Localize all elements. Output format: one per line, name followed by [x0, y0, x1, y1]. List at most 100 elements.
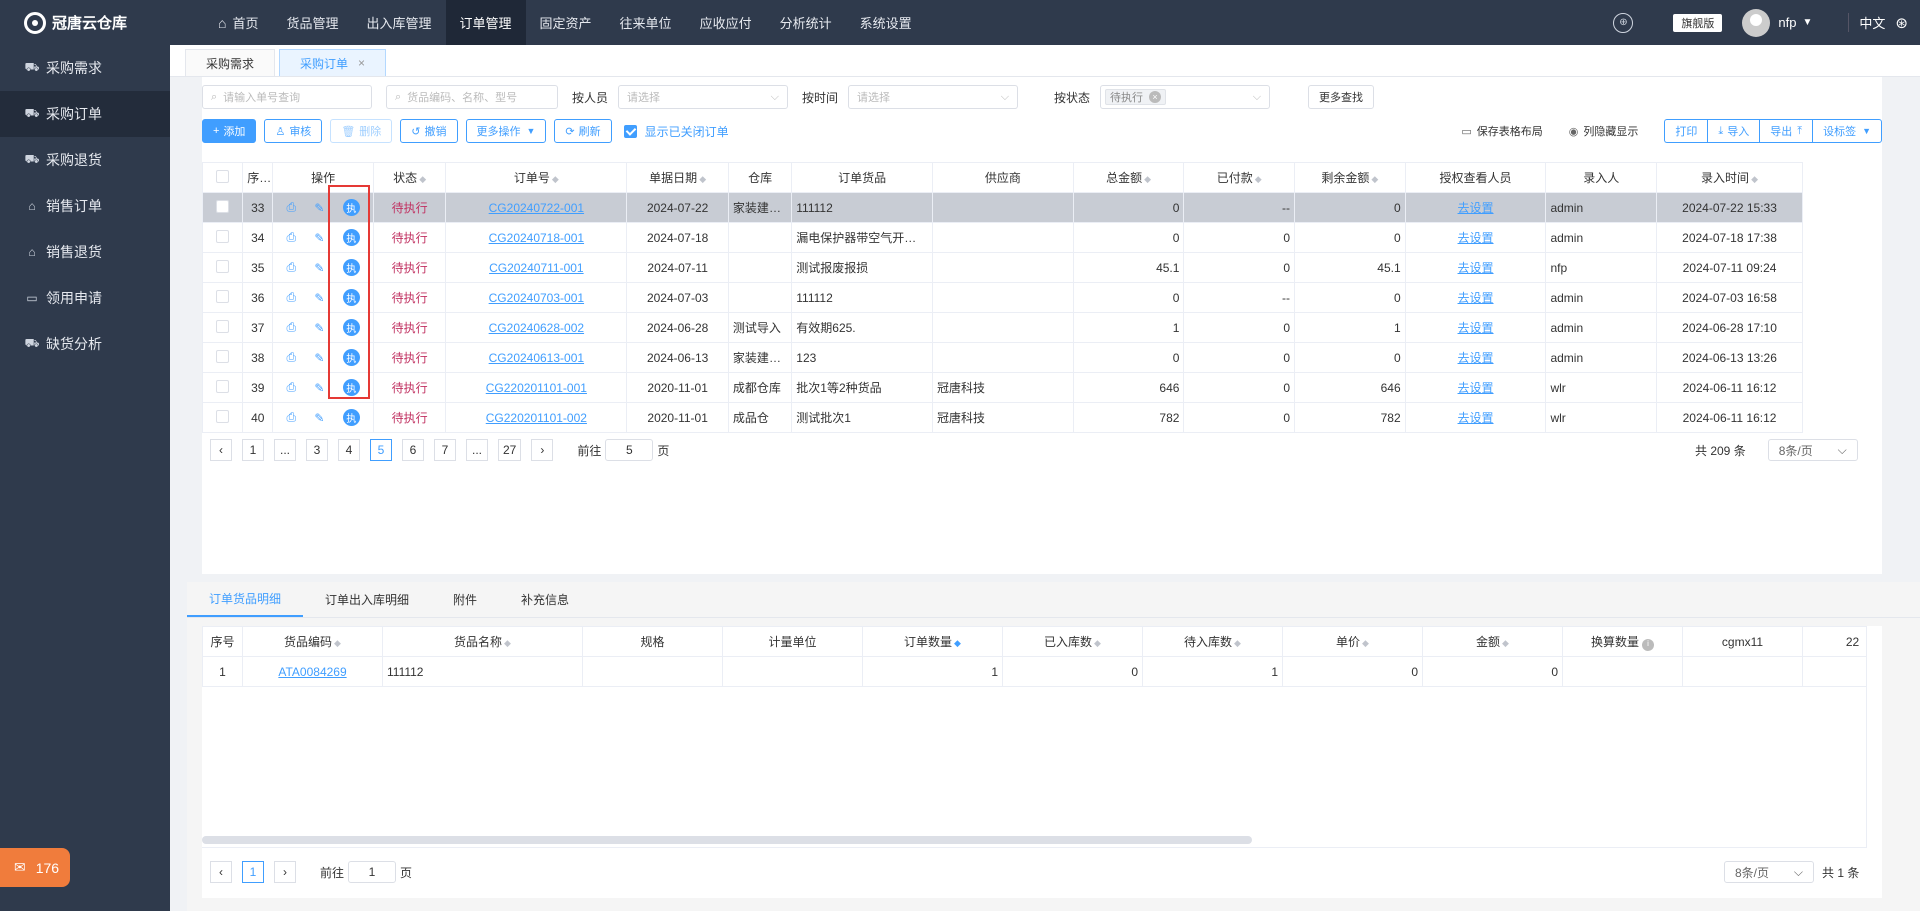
order-no-link[interactable]: CG20240722-001 [489, 201, 584, 215]
set-auth-link[interactable]: 去设置 [1458, 231, 1494, 245]
print-icon[interactable]: ⎙ [287, 290, 297, 305]
order-no-link[interactable]: CG20240613-001 [489, 351, 584, 365]
refresh-button[interactable]: ⟳ 刷新 [554, 119, 612, 143]
prev-page-button[interactable]: ‹ [210, 439, 232, 461]
execute-icon[interactable]: 执 [342, 409, 360, 426]
app-logo[interactable]: 冠唐云仓库 [0, 0, 170, 45]
sort-icon[interactable]: ◆ [1255, 174, 1262, 184]
order-no-link[interactable]: CG20240718-001 [489, 231, 584, 245]
print-icon[interactable]: ⎙ [287, 380, 297, 395]
table-row[interactable]: 1 ATA0084269 111112 1 0 1 0 0 [202, 656, 1866, 687]
sidebar-item-sales-return[interactable]: ⌂ 销售退货 [0, 229, 170, 275]
order-no-link[interactable]: CG220201101-001 [486, 381, 587, 395]
close-icon[interactable]: × [1149, 91, 1162, 103]
nav-assets[interactable]: 固定资产 [526, 0, 606, 45]
nav-home[interactable]: ⌂ 首页 [170, 0, 272, 45]
sort-icon[interactable]: ◆ [334, 638, 341, 648]
prev-page-button[interactable]: ‹ [210, 861, 232, 883]
print-icon[interactable]: ⎙ [287, 200, 297, 215]
goto-page-input[interactable]: 1 [348, 861, 397, 883]
goods-search-input[interactable]: ⌕ 货品编码、名称、型号 [386, 85, 558, 109]
order-no-link[interactable]: CG220201101-002 [486, 411, 587, 425]
print-icon[interactable]: ⎙ [287, 260, 297, 275]
more-operations-button[interactable]: 更多操作 ▼ [465, 119, 547, 143]
status-select[interactable]: 待执行 × ⌵ [1100, 85, 1271, 109]
edit-icon[interactable]: ✎ [314, 261, 324, 275]
language-switch[interactable]: 中文 [1848, 13, 1885, 32]
table-row[interactable]: 35 ⎙ ✎ 执待执行 CG20240711-001 2024-07-11 测试报废报损 45… [201, 252, 1803, 283]
col-header[interactable]: 订单数量 ◆ [862, 626, 1003, 657]
print-icon[interactable]: ⎙ [287, 320, 297, 335]
column-visibility-link[interactable]: ◉ 列隐藏显示 [1569, 123, 1639, 139]
globe-icon[interactable]: ⊛ [1895, 14, 1908, 32]
row-checkbox[interactable] [216, 349, 230, 363]
next-page-button[interactable]: › [531, 439, 554, 461]
audit-button[interactable]: ♙ 审核 [264, 119, 323, 143]
col-header[interactable]: 货品名称 ◆ [382, 626, 583, 657]
col-header[interactable]: 单据日期 ◆ [626, 162, 729, 193]
table-row[interactable]: 36 ⎙ ✎ 执待执行 CG20240703-001 2024-07-03 111112 0-… [201, 282, 1803, 313]
sort-asc-icon[interactable]: ◆ [954, 638, 961, 648]
sort-icon[interactable]: ◆ [1362, 638, 1369, 648]
next-page-button[interactable]: › [274, 861, 296, 883]
sort-icon[interactable]: ◆ [1751, 174, 1758, 184]
set-auth-link[interactable]: 去设置 [1458, 201, 1494, 215]
page-button[interactable]: 1 [242, 861, 264, 883]
col-header[interactable]: 总金额 ◆ [1072, 162, 1185, 193]
order-no-link[interactable]: CG20240711-001 [489, 261, 584, 275]
sidebar-item-purchase-return[interactable]: ⛟ 采购退货 [0, 137, 170, 183]
sidebar-item-purchase-order[interactable]: ⛟ 采购订单 [0, 91, 170, 137]
close-icon[interactable]: × [358, 56, 365, 70]
edit-icon[interactable]: ✎ [314, 381, 324, 395]
col-header[interactable]: 货品编码 ◆ [242, 626, 383, 657]
tab-order-goods[interactable]: 订单货品明细 [187, 581, 304, 617]
col-header[interactable]: 状态 ◆ [372, 162, 447, 193]
sort-icon[interactable]: ◆ [1502, 638, 1509, 648]
col-header[interactable]: 已付款 ◆ [1183, 162, 1296, 193]
select-all-checkbox[interactable] [216, 169, 230, 183]
nav-analytics[interactable]: 分析统计 [766, 0, 846, 45]
import-button[interactable]: ⤓ 导入 [1707, 119, 1760, 143]
page-size-select[interactable]: 8条/页 ⌵ [1724, 861, 1814, 883]
delete-button[interactable]: 🗑 删除 [330, 119, 393, 143]
person-select[interactable]: 请选择 ⌵ [618, 85, 789, 109]
set-auth-link[interactable]: 去设置 [1458, 291, 1494, 305]
export-button[interactable]: 导出 ⤒ [1759, 119, 1813, 143]
edit-icon[interactable]: ✎ [314, 231, 324, 245]
col-header[interactable]: 待入库数 ◆ [1142, 626, 1283, 657]
edit-icon[interactable]: ✎ [314, 291, 324, 305]
col-header[interactable]: 订单号 ◆ [445, 162, 628, 193]
save-layout-link[interactable]: ▭ 保存表格布局 [1461, 123, 1542, 139]
user-name[interactable]: nfp [1778, 15, 1796, 30]
set-auth-link[interactable]: 去设置 [1458, 411, 1494, 425]
page-button[interactable]: 3 [306, 439, 328, 461]
notification-badge[interactable]: ✉ 176 [0, 848, 70, 887]
sort-icon[interactable]: ◆ [1371, 174, 1378, 184]
nav-goods[interactable]: 货品管理 [272, 0, 352, 45]
edit-icon[interactable]: ✎ [314, 201, 324, 215]
row-checkbox[interactable] [216, 379, 230, 393]
more-search-button[interactable]: 更多查找 [1308, 85, 1375, 109]
print-button[interactable]: 打印 [1664, 119, 1708, 143]
page-button[interactable]: ... [466, 439, 488, 461]
table-row[interactable]: 34 ⎙ ✎ 执待执行 CG20240718-001 2024-07-18 漏电保护器带空气… [201, 222, 1803, 253]
sort-icon[interactable]: ◆ [1094, 638, 1101, 648]
sort-icon[interactable]: ◆ [1234, 638, 1241, 648]
page-button[interactable]: 1 [242, 439, 264, 461]
page-button[interactable]: ... [274, 439, 296, 461]
print-icon[interactable]: ⎙ [287, 230, 297, 245]
page-size-select[interactable]: 8条/页 ⌵ [1767, 439, 1858, 461]
row-checkbox[interactable] [216, 259, 230, 273]
tab-attachments[interactable]: 附件 [431, 581, 499, 617]
goto-page-input[interactable]: 5 [605, 439, 654, 461]
row-checkbox[interactable] [216, 409, 230, 423]
avatar[interactable] [1742, 8, 1771, 37]
table-row[interactable]: 38 ⎙ ✎ 执待执行 CG20240613-001 2024-06-13 家装建材上 123… [201, 342, 1803, 373]
add-button[interactable]: + 添加 [202, 119, 257, 143]
sort-icon[interactable]: ◆ [504, 638, 511, 648]
nav-partners[interactable]: 往来单位 [606, 0, 686, 45]
sidebar-item-purchase-demand[interactable]: ⛟ 采购需求 [0, 45, 170, 91]
set-auth-link[interactable]: 去设置 [1458, 321, 1494, 335]
sort-icon[interactable]: ◆ [419, 174, 426, 184]
sort-icon[interactable]: ◆ [1144, 174, 1151, 184]
